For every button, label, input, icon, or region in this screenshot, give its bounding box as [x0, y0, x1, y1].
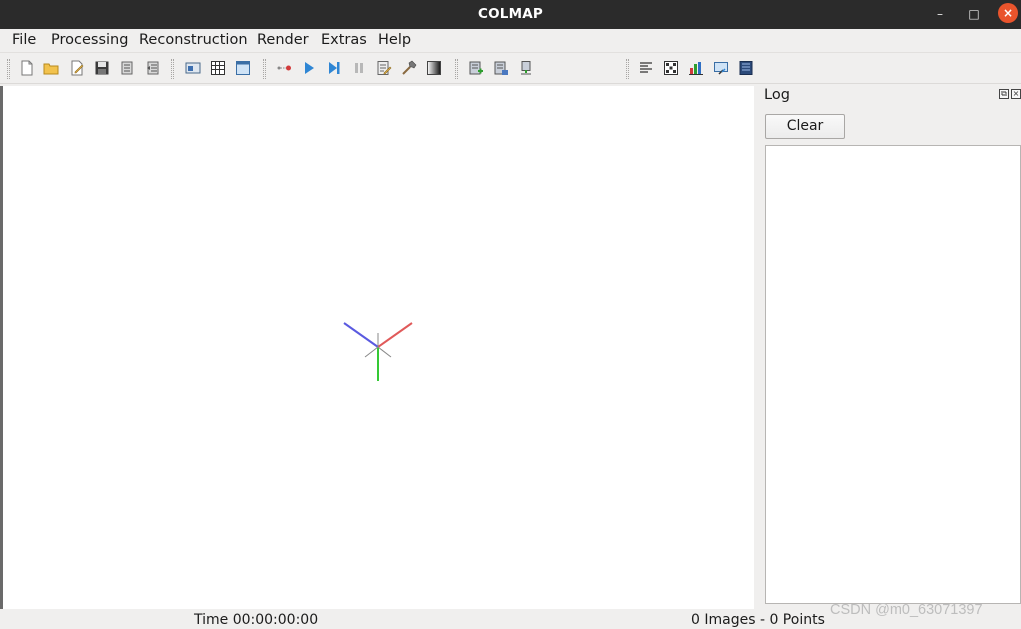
z-axis-negative-line: [364, 346, 379, 358]
toolbar-separator: [263, 59, 266, 79]
pause-reconstruction-icon[interactable]: [351, 60, 367, 76]
open-project-icon[interactable]: [43, 60, 59, 76]
undistort-icon[interactable]: [738, 60, 754, 76]
log-output[interactable]: [765, 145, 1021, 604]
toolbar-separator: [455, 59, 458, 79]
database-management-icon[interactable]: [235, 60, 251, 76]
maximize-button[interactable]: □: [962, 2, 986, 26]
toolbar-separator: [7, 59, 10, 79]
menu-reconstruction[interactable]: Reconstruction: [139, 32, 248, 48]
render-options-icon[interactable]: [468, 60, 484, 76]
menu-extras[interactable]: Extras: [321, 32, 367, 48]
title-bar: COLMAP – □ ×: [0, 0, 1021, 29]
watermark: CSDN @m0_63071397: [830, 602, 983, 618]
grab-image-icon[interactable]: [713, 60, 729, 76]
menu-bar: File Processing Reconstruction Render Ex…: [0, 29, 1021, 53]
automatic-reconstruction-icon[interactable]: [276, 60, 292, 76]
clear-log-button[interactable]: Clear: [765, 114, 845, 139]
edit-project-icon[interactable]: [69, 60, 85, 76]
x-axis-line: [377, 322, 413, 348]
status-time: Time 00:00:00:00: [194, 612, 319, 628]
log-title: Log: [764, 87, 790, 103]
z-axis-line: [343, 322, 379, 348]
start-reconstruction-icon[interactable]: [301, 60, 317, 76]
feature-matching-icon[interactable]: [210, 60, 226, 76]
float-dock-icon[interactable]: ⧉: [999, 89, 1009, 99]
toolbar: [0, 54, 1021, 134]
status-counts: 0 Images - 0 Points: [691, 612, 825, 628]
menu-file[interactable]: File: [12, 32, 36, 48]
log-panel: Log ⧉ × Clear: [760, 84, 1021, 609]
minimize-button[interactable]: –: [928, 2, 952, 26]
export-model-icon[interactable]: [145, 60, 161, 76]
match-matrix-icon[interactable]: [663, 60, 679, 76]
toolbar-separator: [626, 59, 629, 79]
toolbar-separator: [171, 59, 174, 79]
reset-view-icon[interactable]: [493, 60, 509, 76]
step-reconstruction-icon[interactable]: [326, 60, 342, 76]
menu-render[interactable]: Render: [257, 32, 309, 48]
dense-reconstruction-icon[interactable]: [426, 60, 442, 76]
x-axis-negative-line: [377, 346, 392, 358]
reconstruction-options-icon[interactable]: [376, 60, 392, 76]
grab-movie-icon[interactable]: [518, 60, 534, 76]
show-log-icon[interactable]: [688, 60, 704, 76]
bundle-adjustment-icon[interactable]: [401, 60, 417, 76]
reconstruction-stats-icon[interactable]: [638, 60, 654, 76]
import-model-icon[interactable]: [119, 60, 135, 76]
new-project-icon[interactable]: [19, 60, 35, 76]
close-dock-icon[interactable]: ×: [1011, 89, 1021, 99]
coordinate-axes: [343, 322, 413, 381]
menu-help[interactable]: Help: [378, 32, 411, 48]
menu-processing[interactable]: Processing: [51, 32, 128, 48]
feature-extraction-icon[interactable]: [185, 60, 201, 76]
model-viewer[interactable]: [3, 86, 754, 609]
save-project-icon[interactable]: [94, 60, 110, 76]
window-title: COLMAP: [478, 6, 543, 22]
close-button[interactable]: ×: [998, 3, 1018, 23]
